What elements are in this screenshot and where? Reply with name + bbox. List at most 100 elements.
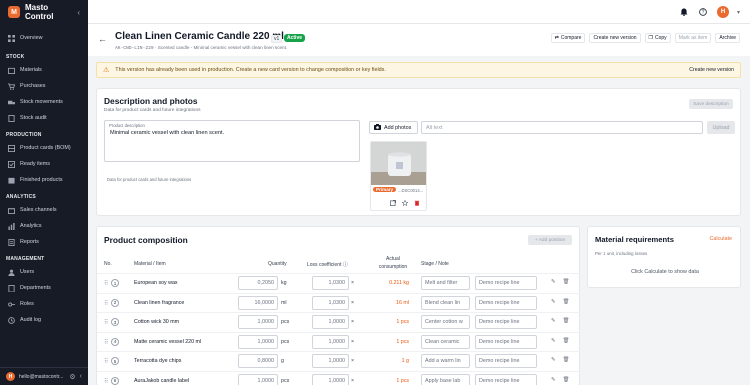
info-icon[interactable]: ⓘ [343, 262, 348, 268]
quantity-input[interactable]: 1,0000 [238, 373, 278, 385]
warning-message: This version has already been used in pr… [115, 67, 386, 73]
note-input[interactable]: Demo recipe line [475, 315, 537, 329]
sidebar-item-label: Reports [20, 239, 39, 245]
upload-button[interactable]: Upload [707, 121, 735, 134]
copy-button[interactable]: ❐ Copy [644, 33, 671, 43]
sidebar-item-overview[interactable]: Overview [0, 30, 88, 46]
sidebar-item-finished-products[interactable]: Finished products [0, 172, 88, 188]
loss-input[interactable]: 1,0000 [312, 315, 349, 329]
drag-handle-icon[interactable]: ⠿ [104, 339, 108, 346]
archive-button[interactable]: Archive [715, 33, 740, 43]
photo-thumbnail[interactable] [371, 142, 426, 185]
drag-handle-icon[interactable]: ⠿ [104, 358, 108, 365]
alt-text-input[interactable]: Alt text [421, 121, 703, 134]
actual-consumption: 1 pcs [396, 319, 409, 325]
sidebar-item-stock-audit[interactable]: Stock audit [0, 110, 88, 126]
brand[interactable]: M Masto Control ‹ [0, 0, 88, 24]
collapse-sidebar-icon[interactable]: ‹ [77, 8, 80, 17]
stage-input[interactable]: Add a warm lin [421, 354, 470, 368]
col-stage: Stage / Note [421, 261, 449, 267]
sidebar-item-roles[interactable]: Roles [0, 296, 88, 312]
add-photos-button[interactable]: Add photos [369, 121, 418, 134]
collapse-icon[interactable]: ‹ [80, 373, 82, 380]
quantity-input[interactable]: 16,0000 [238, 295, 278, 310]
drag-handle-icon[interactable]: ⠿ [104, 300, 108, 307]
note-input[interactable]: Demo recipe line [475, 334, 537, 349]
quantity-input[interactable]: 1,0000 [238, 315, 278, 329]
stage-input[interactable]: Clean ceramic [421, 334, 470, 349]
trash-icon[interactable]: 🗑 [562, 318, 569, 324]
sidebar-item-sales-channels[interactable]: Sales channels [0, 202, 88, 218]
settings-icon[interactable]: ⚙ [69, 373, 75, 381]
loss-input[interactable]: 1,0000 [312, 334, 349, 349]
mark-as-item-button[interactable]: Mark as item [674, 33, 712, 43]
edit-icon[interactable]: ✎ [551, 338, 555, 344]
edit-icon[interactable]: ✎ [551, 357, 555, 363]
quantity-input[interactable]: 0,2050 [238, 276, 278, 290]
loss-input[interactable]: 1,0000 [312, 373, 349, 385]
sidebar-item-reports[interactable]: Reports [0, 234, 88, 250]
stage-input[interactable]: Center cotton w [421, 315, 470, 329]
sidebar-item-stock-movements[interactable]: Stock movements [0, 94, 88, 110]
open-external-icon[interactable] [390, 200, 396, 206]
calculate-button[interactable]: Calculate [710, 236, 732, 242]
primary-badge: Primary [373, 187, 397, 192]
avatar[interactable]: H [716, 6, 729, 18]
sidebar-item-product-cards[interactable]: Product cards (BOM) [0, 140, 88, 156]
back-arrow-icon[interactable]: ← [98, 34, 107, 44]
package-icon [8, 177, 15, 184]
bell-icon[interactable] [679, 7, 690, 18]
drag-handle-icon[interactable]: ⠿ [104, 378, 108, 385]
trash-icon[interactable]: 🗑 [562, 377, 569, 383]
add-position-button[interactable]: + Add position [528, 235, 572, 245]
create-new-version-link[interactable]: Create new version [689, 67, 734, 73]
edit-icon[interactable]: ✎ [551, 377, 555, 383]
compare-button[interactable]: ⇄ Compare [550, 33, 586, 43]
quantity-input[interactable]: 1,0000 [238, 334, 278, 349]
note-input[interactable]: Demo recipe line [475, 354, 537, 368]
table-row: ⠿ 4 Matte ceramic vessel 220 ml 1,0000 pcs 1,… [97, 331, 581, 351]
loss-input[interactable]: 1,0000 [312, 354, 349, 368]
note-input[interactable]: Demo recipe line [475, 276, 537, 290]
user-footer[interactable]: H hello@mastocontr... ⚙ ‹ [0, 367, 88, 385]
star-icon[interactable] [402, 200, 408, 206]
sidebar-item-audit-log[interactable]: Audit log [0, 312, 88, 328]
unit: ml [281, 299, 287, 306]
sidebar-item-users[interactable]: Users [0, 264, 88, 280]
camera-icon [374, 123, 381, 132]
edit-icon[interactable]: ✎ [551, 279, 555, 285]
stage-input[interactable]: Blend clean lin [421, 295, 470, 310]
create-new-version-button[interactable]: Create new version [589, 33, 641, 43]
drag-handle-icon[interactable]: ⠿ [104, 280, 108, 287]
save-description-button[interactable]: Save description [689, 99, 733, 109]
box-icon [8, 67, 15, 74]
stage-input[interactable]: Melt and filter [421, 276, 470, 290]
trash-icon[interactable]: 🗑 [562, 279, 569, 285]
trash-icon[interactable]: 🗑 [562, 299, 569, 305]
help-icon[interactable]: ? [698, 7, 709, 18]
loss-input[interactable]: 1,0300 [312, 295, 349, 310]
sidebar-item-label: Purchases [20, 83, 46, 89]
loss-input[interactable]: 1,0300 [312, 276, 349, 290]
note-input[interactable]: Demo recipe line [475, 373, 537, 385]
trash-icon[interactable]: 🗑 [562, 357, 569, 363]
sidebar-item-purchases[interactable]: Purchases [0, 78, 88, 94]
trash-icon[interactable] [414, 200, 420, 206]
sidebar-item-ready-items[interactable]: Ready items [0, 156, 88, 172]
button-label: Compare [560, 35, 582, 41]
trash-icon[interactable]: 🗑 [562, 338, 569, 344]
product-description-field[interactable]: Product description Minimal ceramic vess… [104, 120, 360, 162]
drag-handle-icon[interactable]: ⠿ [104, 319, 108, 326]
note-input[interactable]: Demo recipe line [475, 295, 537, 310]
quantity-input[interactable]: 0,8000 [238, 354, 278, 368]
chevron-down-icon[interactable]: ▾ [737, 9, 740, 16]
section-hint: Data for product cards and future integr… [104, 108, 201, 113]
edit-icon[interactable]: ✎ [551, 299, 555, 305]
stage-input[interactable]: Apply base lab [421, 373, 470, 385]
sidebar-item-analytics[interactable]: Analytics [0, 218, 88, 234]
col-material: Material / Item [134, 261, 166, 267]
sidebar-item-materials[interactable]: Materials [0, 62, 88, 78]
sidebar-item-departments[interactable]: Departments [0, 280, 88, 296]
photo-card[interactable]: Primary ...DSC0014... [370, 141, 427, 211]
edit-icon[interactable]: ✎ [551, 318, 555, 324]
